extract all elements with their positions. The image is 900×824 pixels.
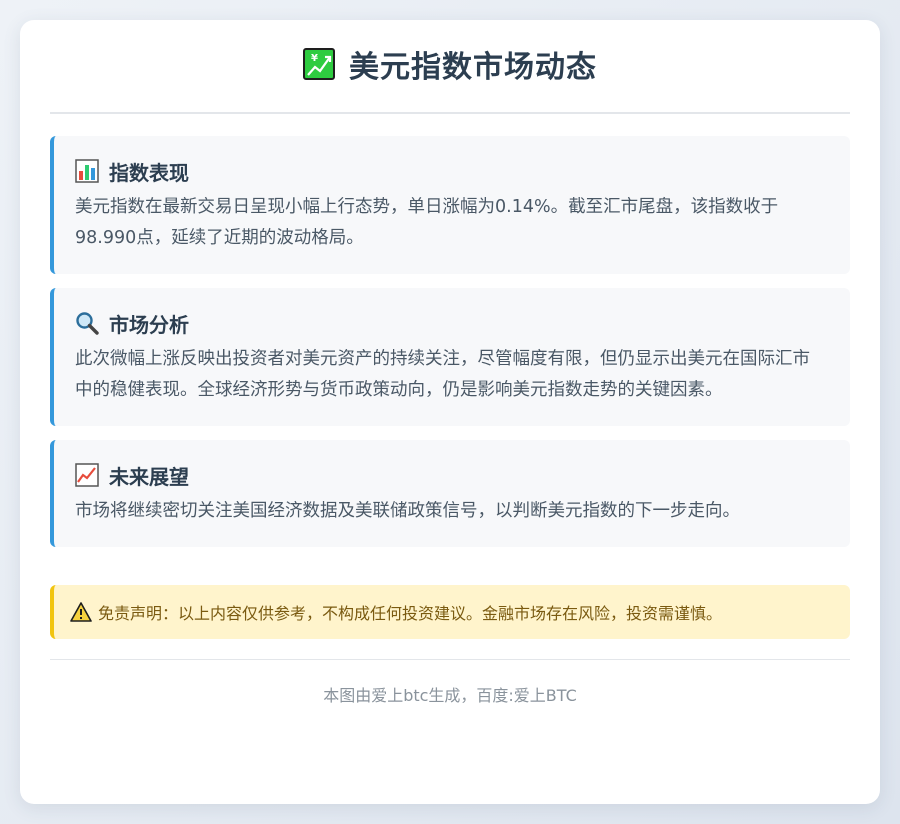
chart-increasing-yen-icon: ¥ [303,48,335,80]
magnifying-glass-icon [75,311,99,335]
section-text: 此次微幅上涨反映出投资者对美元资产的持续关注，尽管幅度有限，但仍显示出美元在国际… [75,349,810,400]
svg-text:¥: ¥ [311,53,318,64]
section-text: 美元指数在最新交易日呈现小幅上行态势，单日涨幅为0.14%。截至汇市尾盘，该指数… [75,197,779,248]
section-header: 未来展望 [75,460,820,490]
bar-chart-icon [75,159,99,183]
report-card: ¥ 美元指数市场动态 指数表现 美元指数在最新交易日呈现小幅上行态势，单日涨幅为… [20,20,880,804]
section-index-performance: 指数表现 美元指数在最新交易日呈现小幅上行态势，单日涨幅为0.14%。截至汇市尾… [50,136,850,274]
footer-text: 本图由爱上btc生成，百度:爱上BTC [323,685,577,705]
chart-increasing-icon [75,463,99,487]
disclaimer-text: 免责声明：以上内容仅供参考，不构成任何投资建议。金融市场存在风险，投资需谨慎。 [98,604,723,623]
section-future-outlook: 未来展望 市场将继续密切关注美国经济数据及美联储政策信号，以判断美元指数的下一步… [50,440,850,547]
warning-icon [70,602,92,622]
section-title: 市场分析 [109,312,189,337]
page-title: 美元指数市场动态 [349,50,597,85]
section-title: 指数表现 [109,160,189,185]
disclaimer-banner: 免责声明：以上内容仅供参考，不构成任何投资建议。金融市场存在风险，投资需谨慎。 [50,585,850,639]
section-header: 指数表现 [75,156,820,186]
section-title: 未来展望 [109,464,189,489]
page-footer: 本图由爱上btc生成，百度:爱上BTC [50,659,850,727]
page-header: ¥ 美元指数市场动态 [50,20,850,114]
section-header: 市场分析 [75,308,820,338]
section-text: 市场将继续密切关注美国经济数据及美联储政策信号，以判断美元指数的下一步走向。 [75,501,740,521]
section-market-analysis: 市场分析 此次微幅上涨反映出投资者对美元资产的持续关注，尽管幅度有限，但仍显示出… [50,288,850,426]
